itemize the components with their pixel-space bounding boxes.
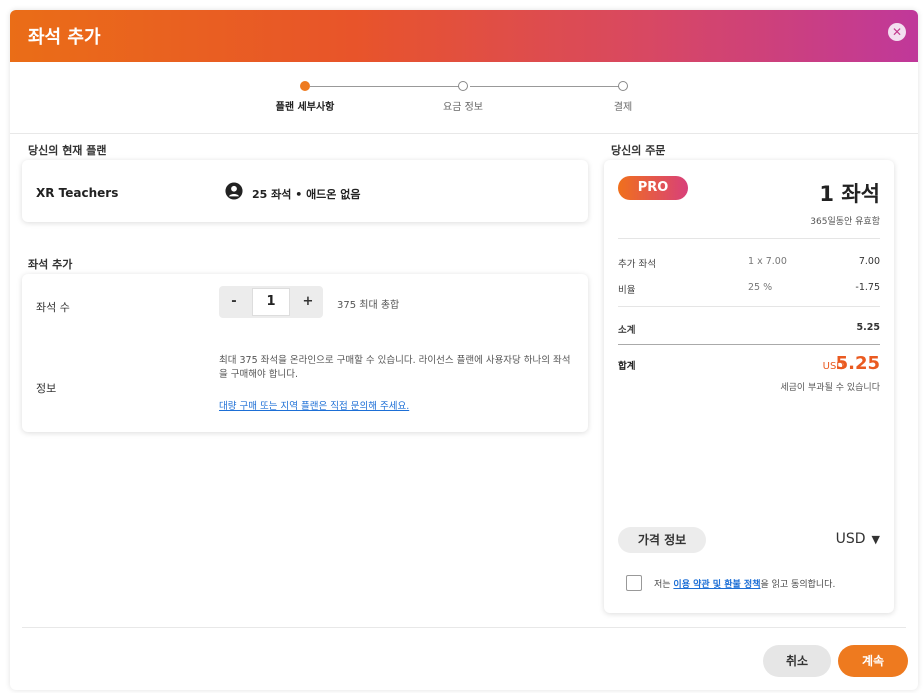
divider bbox=[618, 344, 880, 345]
order-line-label: 비율 bbox=[618, 285, 636, 296]
decrement-button[interactable]: - bbox=[219, 286, 249, 318]
terms-agreement: 저는 이용 약관 및 환불 정책을 읽고 동의합니다. bbox=[654, 577, 835, 590]
modal-title: 좌석 추가 bbox=[28, 27, 101, 48]
cancel-button[interactable]: 취소 bbox=[763, 645, 831, 677]
validity-text: 365일동안 유효함 bbox=[810, 217, 880, 227]
subtotal-label: 소계 bbox=[618, 325, 636, 336]
currency-select[interactable]: USD ▼ bbox=[836, 531, 880, 547]
chevron-down-icon: ▼ bbox=[871, 533, 880, 546]
contact-link[interactable]: 대량 구매 또는 지역 플랜은 직접 문의해 주세요. bbox=[219, 398, 409, 412]
order-seat-count: 1 좌석 bbox=[819, 182, 880, 206]
step-plan-details: 플랜 세부사항 bbox=[275, 102, 335, 113]
total-label: 합계 bbox=[618, 361, 636, 372]
order-line-label: 추가 좌석 bbox=[618, 259, 656, 270]
order-line-value: -1.75 bbox=[855, 282, 880, 293]
currency-value: USD bbox=[835, 531, 866, 547]
seat-count-label: 좌석 수 bbox=[36, 301, 70, 314]
add-seats-modal: 좌석 추가 ✕ 플랜 세부사항 요금 정보 결제 당신의 현재 플랜 XR Te… bbox=[10, 10, 918, 690]
price-info-button[interactable]: 가격 정보 bbox=[618, 527, 706, 553]
user-circle-icon bbox=[225, 182, 243, 200]
plan-seat-info: 25 좌석 • 애드온 없음 bbox=[252, 188, 361, 201]
quantity-input[interactable]: 1 bbox=[252, 288, 290, 316]
footer-divider bbox=[22, 627, 906, 628]
divider bbox=[618, 238, 880, 239]
step-payment: 결제 bbox=[613, 102, 633, 113]
tax-note: 세금이 부과될 수 있습니다 bbox=[780, 383, 880, 393]
step-billing-info: 요금 정보 bbox=[443, 102, 483, 113]
max-total-text: 375 최대 총합 bbox=[337, 300, 400, 311]
order-line-value: 7.00 bbox=[858, 256, 880, 267]
quantity-stepper: - 1 + bbox=[219, 286, 323, 318]
agree-prefix: 저는 bbox=[654, 580, 674, 590]
info-text: 최대 375 좌석을 온라인으로 구매할 수 있습니다. 라이선스 플랜에 사용… bbox=[219, 355, 571, 380]
continue-button[interactable]: 계속 bbox=[838, 645, 908, 677]
order-heading: 당신의 주문 bbox=[611, 144, 666, 157]
step-connector bbox=[310, 86, 460, 87]
divider bbox=[618, 306, 880, 307]
current-plan-heading: 당신의 현재 플랜 bbox=[28, 144, 107, 157]
current-plan-card: XR Teachers 25 좌석 • 애드온 없음 bbox=[22, 160, 588, 222]
step-dot-billing-info bbox=[458, 81, 468, 91]
add-seats-heading: 좌석 추가 bbox=[28, 258, 73, 271]
order-line-calc: 25 % bbox=[748, 282, 773, 293]
increment-button[interactable]: + bbox=[293, 286, 323, 318]
step-dot-payment bbox=[618, 81, 628, 91]
info-label: 정보 bbox=[36, 382, 57, 395]
terms-checkbox[interactable] bbox=[626, 575, 642, 591]
plan-name: XR Teachers bbox=[36, 186, 119, 200]
step-dot-plan-details bbox=[300, 81, 310, 91]
subtotal-value: 5.25 bbox=[856, 322, 880, 333]
order-card: PRO 1 좌석 365일동안 유효함 추가 좌석 1 x 7.00 7.00 … bbox=[604, 160, 894, 613]
total-amount: 5.25 bbox=[835, 353, 880, 374]
step-connector bbox=[470, 86, 620, 87]
close-icon[interactable]: ✕ bbox=[888, 23, 906, 41]
pro-badge: PRO bbox=[618, 176, 688, 200]
modal-header: 좌석 추가 ✕ bbox=[10, 10, 918, 62]
agree-suffix: 을 읽고 동의합니다. bbox=[760, 580, 836, 590]
order-line-calc: 1 x 7.00 bbox=[748, 256, 787, 267]
terms-link[interactable]: 이용 약관 및 환불 정책 bbox=[673, 580, 760, 590]
add-seats-card: 좌석 수 - 1 + 375 최대 총합 정보 최대 375 좌석을 온라인으로… bbox=[22, 274, 588, 432]
